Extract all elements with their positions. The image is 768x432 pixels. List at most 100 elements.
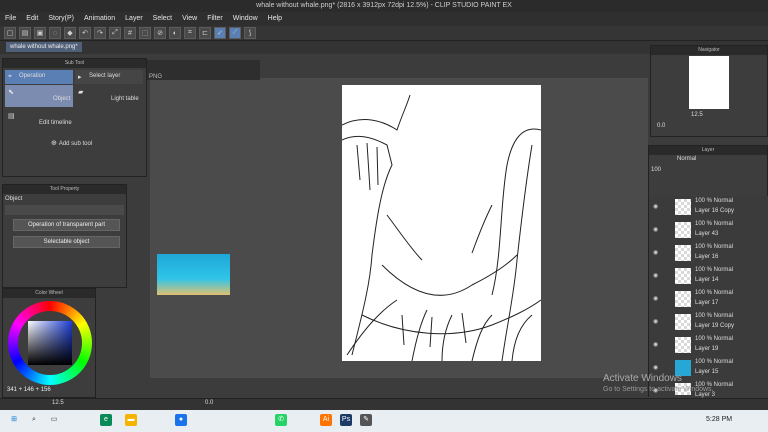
whatsapp-icon[interactable]: ✆ — [275, 414, 287, 426]
layer-name: Layer 16 Copy — [695, 208, 735, 214]
layer-thumbnail — [675, 199, 691, 215]
layer-row[interactable]: ◉ 100 % Normal Layer 19 — [649, 334, 768, 358]
navigator-preview[interactable] — [689, 56, 729, 109]
deselect-icon[interactable]: ⊘ — [154, 27, 166, 39]
menu-view[interactable]: View — [177, 12, 202, 26]
blend-mode-select[interactable]: Normal — [677, 156, 696, 162]
snap-icon[interactable]: ✓ — [214, 27, 226, 39]
redo-icon[interactable]: ↷ — [94, 27, 106, 39]
add-sub-tool-label: Add sub tool — [58, 141, 93, 147]
color-wheel-title: Color Wheel — [3, 289, 95, 298]
eye-icon[interactable]: ◉ — [653, 203, 658, 210]
grid-icon[interactable]: # — [124, 27, 136, 39]
transparent-part-dropdown[interactable]: Operation of transparent part — [13, 219, 120, 231]
clear-icon[interactable]: ◌ — [49, 27, 61, 39]
edit-timeline-subtool[interactable]: ▤ Edit timeline — [5, 109, 73, 131]
layer-row[interactable]: ◉ 100 % Normal Layer 43 — [649, 219, 768, 243]
operation-tab[interactable]: ⌖ Operation — [5, 70, 73, 84]
eye-icon[interactable]: ◉ — [653, 295, 658, 302]
reference-image[interactable] — [157, 254, 230, 295]
new-file-icon[interactable]: ▢ — [4, 27, 16, 39]
select-layer-icon: ▸ — [78, 74, 82, 81]
status-angle[interactable]: 0.0 — [205, 400, 213, 406]
document-tab[interactable]: whale without whale.png* — [6, 42, 82, 52]
canvas-paper[interactable] — [341, 85, 542, 362]
open-icon[interactable]: ▤ — [19, 27, 31, 39]
eye-icon[interactable]: ◉ — [653, 249, 658, 256]
search-icon[interactable]: ⌕ — [28, 414, 40, 426]
eye-icon[interactable]: ◉ — [653, 318, 658, 325]
layer-name: Layer 17 — [695, 300, 719, 306]
light-table-subtool[interactable]: ▰ Light table — [75, 85, 143, 107]
invert-icon[interactable]: ◐ — [169, 27, 181, 39]
taskbar: ⊞ ⌕ ▭ e ▬ ● ✆ Ai Ps ✎ 5:28 PM — [0, 410, 768, 432]
eye-icon[interactable]: ◉ — [653, 364, 658, 371]
snap-ruler-icon[interactable]: ⟋ — [229, 27, 241, 39]
menu-select[interactable]: Select — [148, 12, 177, 26]
menu-layer[interactable]: Layer — [120, 12, 148, 26]
explorer-icon[interactable]: ▬ — [125, 414, 137, 426]
saturation-square[interactable] — [28, 321, 72, 365]
menu-filter[interactable]: Filter — [202, 12, 228, 26]
layer-mode: 100 % Normal — [695, 221, 734, 227]
tool-property-panel: Tool Property Object Operation of transp… — [2, 184, 127, 288]
select-layer-label: Select layer — [89, 73, 121, 79]
activation-watermark-sub: Go to Settings to activate Windows. — [603, 386, 714, 393]
tool-property-title: Tool Property — [3, 185, 126, 194]
second-tab-label: PNG — [149, 74, 163, 80]
color-values: 341 + 146 + 156 — [7, 387, 51, 393]
menu-file[interactable]: File — [0, 12, 21, 26]
window-title: whale without whale.png* (2816 x 3912px … — [0, 0, 768, 12]
chrome-icon[interactable]: ● — [175, 414, 187, 426]
clock: 5:28 PM — [706, 416, 733, 423]
fill-icon[interactable]: ◆ — [64, 27, 76, 39]
status-zoom[interactable]: 12.5 — [52, 400, 64, 406]
tool-property-slider[interactable] — [5, 205, 124, 215]
selectable-object-dropdown[interactable]: Selectable object — [13, 236, 120, 248]
menu-story[interactable]: Story(P) — [43, 12, 79, 26]
transform-icon[interactable]: ⤢ — [109, 27, 121, 39]
layer-name: Layer 19 — [695, 346, 719, 352]
layer-panel: Layer Normal 100 ◉ 100 % Normal Layer 16 C… — [648, 145, 768, 399]
layer-list: ◉ 100 % Normal Layer 16 Copy ◉ 100 % Normal… — [649, 196, 768, 399]
operation-icon: ⌖ — [8, 73, 12, 80]
illustrator-icon[interactable]: Ai — [320, 414, 332, 426]
object-subtool[interactable]: ⬉ Object — [5, 85, 73, 107]
menu-window[interactable]: Window — [228, 12, 263, 26]
eye-icon[interactable]: ◉ — [653, 272, 658, 279]
save-icon[interactable]: ▣ — [34, 27, 46, 39]
layer-opacity[interactable]: 100 — [651, 167, 661, 173]
object-icon: ⬉ — [8, 89, 14, 96]
start-icon[interactable]: ⊞ — [8, 414, 20, 426]
photoshop-icon[interactable]: Ps — [340, 414, 352, 426]
edge-icon[interactable]: e — [100, 414, 112, 426]
layer-mode: 100 % Normal — [695, 359, 734, 365]
light-table-label: Light table — [111, 96, 139, 102]
menu-animation[interactable]: Animation — [79, 12, 120, 26]
menu-edit[interactable]: Edit — [21, 12, 43, 26]
eye-icon[interactable]: ◉ — [653, 226, 658, 233]
menu-help[interactable]: Help — [263, 12, 287, 26]
layer-mode: 100 % Normal — [695, 198, 734, 204]
special-ruler-icon[interactable]: ⟆ — [244, 27, 256, 39]
select-layer-tab[interactable]: ▸ Select layer — [75, 70, 143, 84]
layer-title: Layer — [649, 146, 767, 155]
object-label: Object — [53, 96, 71, 102]
ruler-icon[interactable]: ⊏ — [199, 27, 211, 39]
clip-studio-icon[interactable]: ✎ — [360, 414, 372, 426]
timeline-icon: ▤ — [8, 113, 15, 120]
layer-row[interactable]: ◉ 100 % Normal Layer 14 — [649, 265, 768, 289]
task-view-icon[interactable]: ▭ — [48, 414, 60, 426]
add-sub-tool-button[interactable]: ⊕ Add sub tool — [51, 139, 92, 147]
layer-name: Layer 43 — [695, 231, 719, 237]
layer-row[interactable]: ◉ 100 % Normal Layer 17 — [649, 288, 768, 312]
layer-row[interactable]: ◉ 100 % Normal Layer 16 — [649, 242, 768, 266]
undo-icon[interactable]: ↶ — [79, 27, 91, 39]
eye-icon[interactable]: ◉ — [653, 341, 658, 348]
crop-icon[interactable]: ⌗ — [184, 27, 196, 39]
layer-row[interactable]: ◉ 100 % Normal Layer 16 Copy — [649, 196, 768, 220]
select-all-icon[interactable]: ⬚ — [139, 27, 151, 39]
second-document-window[interactable]: PNG — [147, 60, 260, 80]
tool-property-object: Object — [5, 196, 23, 202]
layer-row[interactable]: ◉ 100 % Normal Layer 19 Copy — [649, 311, 768, 335]
